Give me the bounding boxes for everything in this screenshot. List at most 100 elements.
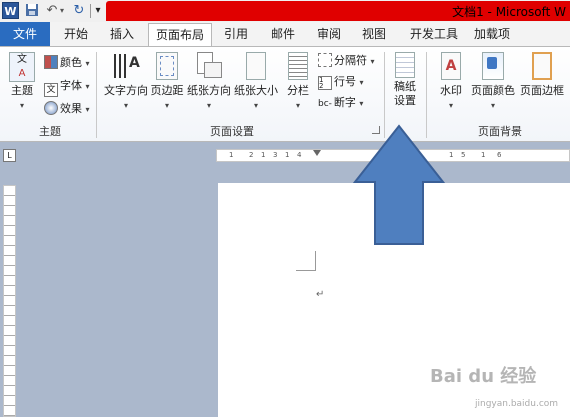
tab-references[interactable]: 引用	[218, 22, 254, 46]
page-borders-button[interactable]: 页面边框	[517, 52, 567, 98]
ruler-tick: 1	[285, 151, 290, 159]
size-label: 纸张大小	[234, 84, 278, 97]
window-title: 文档1 - Microsoft W	[452, 5, 566, 19]
hyphenation-button[interactable]: bc- 断字 ▾	[318, 93, 363, 113]
page-color-icon	[482, 52, 504, 80]
tab-view[interactable]: 视图	[356, 22, 392, 46]
chevron-down-icon: ▾	[359, 78, 364, 87]
theme-effects-label: 效果	[60, 102, 82, 115]
breaks-label: 分隔符	[334, 54, 367, 67]
line-numbers-icon: 12	[318, 76, 332, 90]
chevron-down-icon: ▾	[295, 101, 300, 110]
tab-addins[interactable]: 加载项	[469, 22, 515, 46]
undo-dropdown-icon[interactable]: ▾	[58, 3, 66, 19]
chevron-down-icon: ▾	[85, 82, 90, 91]
columns-button[interactable]: 分栏 ▾	[284, 52, 312, 113]
stationery-icon	[395, 52, 415, 78]
chevron-down-icon: ▾	[19, 101, 24, 110]
tab-home[interactable]: 开始	[58, 22, 94, 46]
text-direction-icon: A	[112, 52, 140, 80]
tab-developer[interactable]: 开发工具	[405, 22, 463, 46]
tab-review[interactable]: 审阅	[311, 22, 347, 46]
stationery-label-line2: 设置	[394, 94, 416, 107]
stationery-label-line1: 稿纸	[394, 80, 416, 93]
text-direction-button[interactable]: A 文字方向 ▾	[102, 52, 150, 113]
theme-fonts-label: 字体	[60, 79, 82, 92]
ruler-toggle-button[interactable]: L	[3, 149, 16, 162]
chevron-down-icon: ▾	[490, 101, 495, 110]
ruler-tick: 5	[461, 151, 466, 159]
line-numbers-label: 行号	[334, 75, 356, 88]
line-numbers-button[interactable]: 1 2 行号 ▾	[318, 72, 364, 92]
hyphenation-label: 断字	[333, 96, 356, 109]
font-icon: 文	[44, 83, 58, 97]
page-color-button[interactable]: 页面颜色 ▾	[468, 52, 518, 113]
ruler-tick: 3	[273, 151, 278, 159]
ruler-tick: 1	[449, 151, 454, 159]
chevron-down-icon: ▾	[448, 101, 453, 110]
group-label-page-setup: 页面设置	[210, 125, 254, 138]
text-direction-label: 文字方向	[104, 84, 148, 97]
columns-label: 分栏	[287, 84, 309, 97]
color-palette-icon	[44, 55, 58, 69]
breaks-icon	[318, 53, 332, 67]
themes-button[interactable]: 文A 主题 ▾	[6, 52, 38, 113]
group-label-page-background: 页面背景	[478, 125, 522, 138]
page-borders-label: 页面边框	[520, 84, 564, 97]
chevron-down-icon: ▾	[85, 105, 90, 114]
themes-icon: 文A	[9, 52, 35, 82]
orientation-button[interactable]: 纸张方向 ▾	[186, 52, 232, 113]
chevron-down-icon: ▾	[164, 101, 169, 110]
themes-label: 主题	[11, 84, 33, 97]
margin-corner-mark	[296, 251, 316, 271]
theme-colors-label: 颜色	[60, 56, 82, 69]
theme-effects-button[interactable]: 效果 ▾	[44, 99, 90, 119]
chevron-down-icon: ▾	[359, 99, 364, 108]
margins-label: 页边距	[150, 84, 184, 97]
tab-insert[interactable]: 插入	[104, 22, 140, 46]
watermark-button[interactable]: A 水印 ▾	[435, 52, 467, 113]
page-size-icon	[246, 52, 266, 80]
page-borders-icon	[532, 52, 552, 80]
customize-qat-icon[interactable]: ▾	[93, 3, 103, 19]
title-bar: W ↶ ▾ ↻ ▾ 文档1 - Microsoft W	[0, 0, 570, 22]
theme-fonts-button[interactable]: 文字体 ▾	[44, 76, 90, 97]
baidu-watermark: Bai du 经验	[430, 366, 537, 387]
orientation-label: 纸张方向	[187, 84, 231, 97]
chevron-down-icon: ▾	[85, 59, 90, 68]
chevron-down-icon: ▾	[123, 101, 128, 110]
chevron-down-icon: ▾	[253, 101, 258, 110]
tab-file[interactable]: 文件	[0, 22, 50, 46]
theme-colors-button[interactable]: 颜色 ▾	[44, 53, 90, 73]
ruler-tick: 1	[229, 151, 234, 159]
group-label-themes: 主题	[39, 125, 61, 138]
chevron-down-icon: ▾	[370, 57, 375, 66]
word-app-icon[interactable]: W	[2, 2, 19, 19]
vertical-ruler[interactable]	[3, 185, 16, 417]
stationery-settings-button[interactable]: 稿纸 设置	[390, 52, 420, 108]
paragraph-mark: ↵	[316, 289, 325, 300]
breaks-button[interactable]: 分隔符 ▾	[318, 51, 375, 71]
orientation-icon	[195, 52, 223, 80]
pointer-arrow-annotation	[353, 124, 445, 245]
qat-separator	[90, 4, 91, 18]
margins-button[interactable]: 页边距 ▾	[149, 52, 185, 113]
group-separator	[96, 52, 97, 138]
ruler-tick: 6	[497, 151, 502, 159]
watermark-icon: A	[441, 52, 461, 80]
size-button[interactable]: 纸张大小 ▾	[233, 52, 279, 113]
redo-icon[interactable]: ↻	[71, 3, 87, 19]
tab-mailings[interactable]: 邮件	[265, 22, 301, 46]
columns-icon	[288, 52, 308, 80]
effects-icon	[44, 101, 58, 115]
tab-page-layout[interactable]: 页面布局	[148, 23, 212, 47]
ruler-tick: 1	[261, 151, 266, 159]
hyphenation-icon: bc-	[318, 99, 332, 109]
baidu-watermark-url: jingyan.baidu.com	[475, 399, 559, 409]
margins-icon	[156, 52, 178, 80]
save-icon[interactable]	[24, 3, 40, 19]
indent-marker-icon[interactable]	[313, 150, 321, 156]
page-color-label: 页面颜色	[471, 84, 515, 97]
ruler-tick: 2	[249, 151, 254, 159]
chevron-down-icon: ▾	[206, 101, 211, 110]
